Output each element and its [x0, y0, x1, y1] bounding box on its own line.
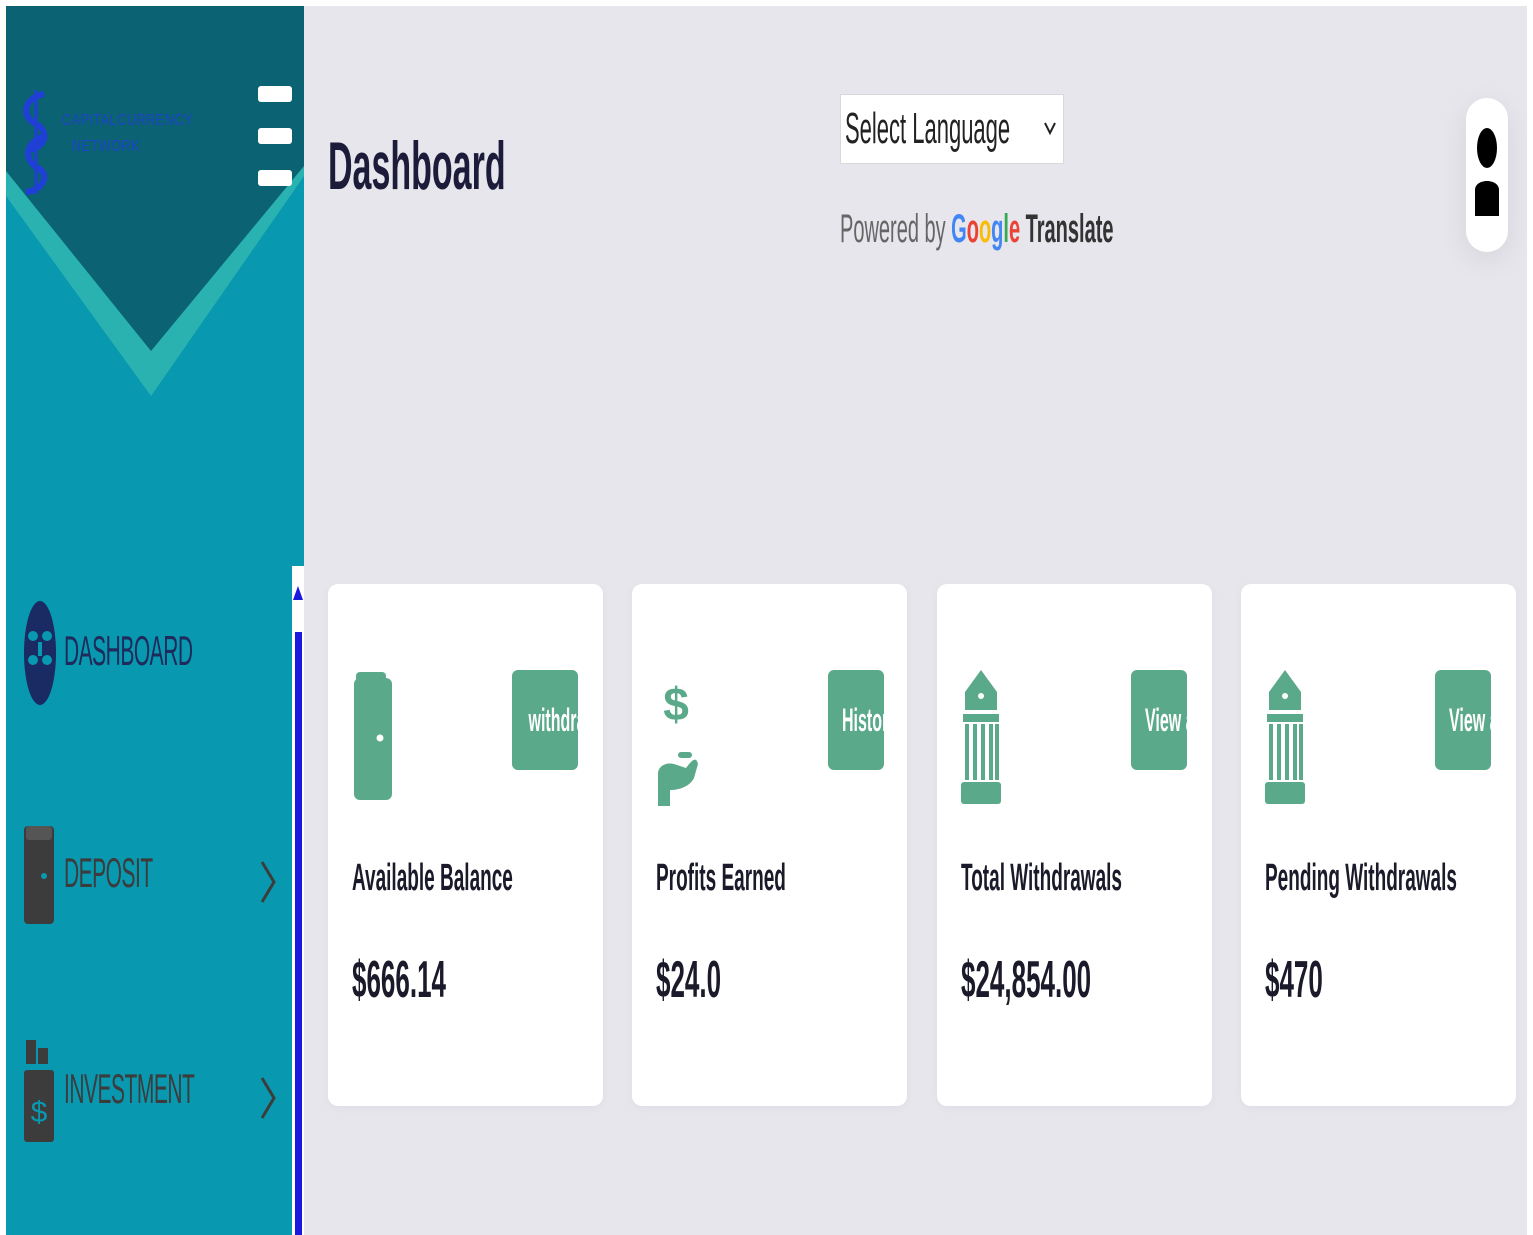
bank-icon — [961, 670, 1001, 804]
hamburger-icon[interactable] — [258, 86, 294, 188]
card-label: Total Withdrawals — [961, 857, 1122, 899]
language-select[interactable]: Select Language — [840, 94, 1064, 164]
bank-icon — [1265, 670, 1305, 804]
investment-icon: $ — [24, 1040, 54, 1142]
sidebar-item-investment[interactable]: $ INVESTMENT — [20, 1036, 280, 1146]
logo[interactable]: CAPITALCURRENCY NETWORK — [16, 86, 193, 196]
chevron-right-icon — [260, 1077, 276, 1119]
svg-text:$: $ — [663, 678, 689, 730]
sidebar-item-label: DEPOSIT — [64, 849, 153, 896]
translate-text: Translate — [1025, 207, 1114, 251]
view-all-withdrawals-button[interactable]: View all — [1131, 670, 1187, 770]
card-value: $470 — [1265, 951, 1323, 1009]
sidebar-header-decoration — [6, 6, 304, 396]
dashboard-icon — [24, 601, 56, 705]
google-translate-link[interactable]: Google Translate — [951, 204, 1113, 254]
user-menu-button[interactable] — [1466, 98, 1508, 252]
stat-card-pending-withdrawals: View all Pending Withdrawals $470 — [1241, 584, 1516, 1106]
chevron-right-icon — [260, 861, 276, 903]
scrollbar-thumb[interactable] — [295, 632, 302, 1235]
language-select-value: Select Language — [845, 104, 1011, 153]
view-all-pending-button[interactable]: View all — [1435, 670, 1491, 770]
sidebar-item-label: INVESTMENT — [64, 1065, 195, 1112]
hand-dollar-icon: $ — [658, 678, 698, 806]
user-icon — [1475, 128, 1499, 216]
card-value: $666.14 — [352, 951, 446, 1009]
svg-text:$: $ — [31, 1096, 48, 1129]
powered-by-google-translate: Powered by Google Translate — [840, 204, 1113, 254]
stat-card-total-withdrawals: View all Total Withdrawals $24,854.00 — [937, 584, 1212, 1106]
logo-text: CAPITALCURRENCY NETWORK — [62, 112, 193, 155]
logo-mark-icon — [23, 90, 48, 195]
wallet-icon — [354, 672, 392, 800]
card-label: Profits Earned — [656, 857, 786, 899]
history-button[interactable]: History — [828, 670, 884, 770]
google-logo: Google — [951, 207, 1021, 251]
sidebar-item-dashboard[interactable]: DASHBOARD — [20, 598, 280, 708]
page-title: Dashboard — [328, 128, 506, 204]
app-window: CAPITALCURRENCY NETWORK DASHBOARD DEPOSI… — [6, 6, 1527, 1235]
sidebar-scrollbar[interactable] — [292, 566, 304, 1235]
sidebar-item-label: DASHBOARD — [64, 627, 193, 674]
wallet-icon — [24, 826, 54, 924]
stat-card-available-balance: withdraw Available Balance $666.14 — [328, 584, 603, 1106]
stat-card-profits-earned: $ History Profits Earned $24.0 — [632, 584, 907, 1106]
card-label: Pending Withdrawals — [1265, 857, 1457, 899]
card-label: Available Balance — [352, 857, 513, 899]
scroll-up-arrow-icon[interactable] — [293, 586, 303, 600]
card-value: $24,854.00 — [961, 951, 1092, 1009]
card-value: $24.0 — [656, 951, 722, 1009]
withdraw-button[interactable]: withdraw — [512, 670, 578, 770]
powered-by-text: Powered by — [840, 207, 946, 251]
sidebar-item-deposit[interactable]: DEPOSIT — [20, 820, 280, 930]
chevron-down-icon — [1044, 122, 1056, 136]
sidebar: CAPITALCURRENCY NETWORK DASHBOARD DEPOSI… — [6, 6, 304, 1235]
